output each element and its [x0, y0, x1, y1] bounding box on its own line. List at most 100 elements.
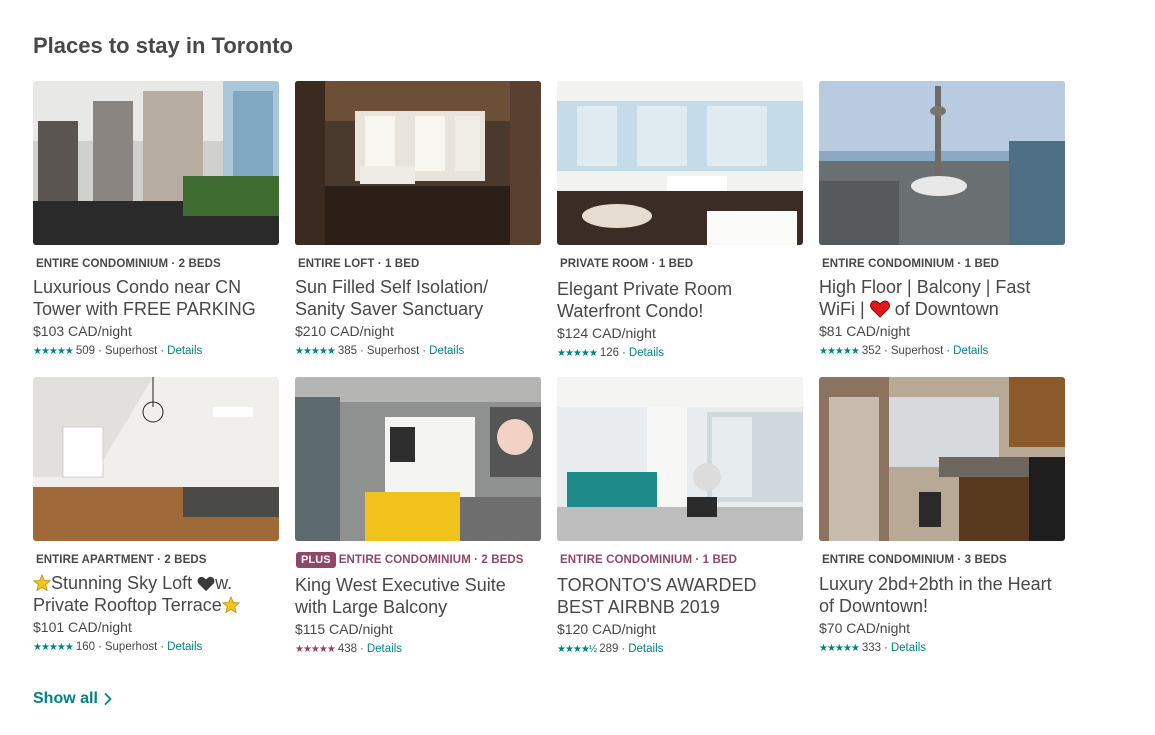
rating-count: 289 — [599, 643, 619, 655]
separator: · — [884, 642, 888, 654]
title-fragment: of Downtown — [894, 299, 999, 319]
rating-stars-icon: ★★★★★ — [295, 345, 336, 357]
details-link[interactable]: Details — [367, 643, 402, 655]
section-title: Places to stay in Toronto — [33, 33, 293, 58]
listing-price: $210 CAD/night — [295, 323, 394, 339]
listing-photo[interactable] — [557, 377, 803, 541]
listing-photo[interactable] — [295, 377, 541, 541]
listing-kind: PLUS ENTIRE CONDOMINIUM · 2 BEDS — [295, 552, 541, 568]
listing-title[interactable]: Elegant Private Room Waterfront Condo! — [557, 278, 803, 322]
listing-card[interactable]: ENTIRE APARTMENT · 2 BEDS Stunning Sky L… — [33, 377, 279, 653]
heart-icon — [869, 300, 890, 318]
listing-photo[interactable] — [819, 81, 1065, 245]
listing-meta: ★★★★★ 385 · Superhost · Details — [295, 345, 541, 357]
show-all-link[interactable]: Show all — [33, 690, 112, 708]
listing-price: $70 CAD/night — [819, 620, 911, 636]
details-link[interactable]: Details — [953, 345, 988, 357]
rating-count: 385 — [337, 345, 358, 357]
separator: · — [621, 643, 626, 655]
heart-icon — [197, 576, 215, 592]
listing-card[interactable]: PLUS ENTIRE CONDOMINIUM · 2 BEDS King We… — [295, 377, 541, 655]
rating-stars-icon: ★★★★★ — [33, 641, 74, 653]
title-line: Private Rooftop Terrace — [33, 594, 279, 616]
listing-kind: PRIVATE ROOM · 1 BED — [560, 258, 694, 270]
listing-card[interactable]: ENTIRE CONDOMINIUM · 2 BEDS Luxurious Co… — [33, 81, 279, 357]
listing-meta: ★★★★★ 509 · Superhost · Details — [33, 345, 279, 357]
superhost-label: Superhost — [366, 345, 420, 357]
separator: · — [622, 347, 626, 359]
listing-title[interactable]: High Floor | Balcony | Fast WiFi | of Do… — [819, 276, 1065, 320]
rating-stars-icon: ★★★★★ — [33, 345, 74, 357]
details-link[interactable]: Details — [891, 642, 926, 654]
listing-card[interactable]: ENTIRE CONDOMINIUM · 3 BEDS Luxury 2bd+2… — [819, 377, 1065, 654]
listing-price: $103 CAD/night — [33, 323, 132, 339]
separator: · — [884, 345, 888, 357]
title-fragment: w. — [215, 573, 233, 593]
rating-stars-icon: ★★★★★ — [295, 643, 336, 655]
listing-kind: ENTIRE APARTMENT · 2 BEDS — [36, 554, 207, 566]
listing-price: $120 CAD/night — [557, 621, 656, 637]
listing-photo[interactable] — [557, 81, 803, 245]
listing-photo[interactable] — [33, 377, 279, 541]
title-line: High Floor | Balcony | Fast — [819, 277, 1031, 297]
listing-photo[interactable] — [295, 81, 541, 245]
listing-card[interactable]: ENTIRE CONDOMINIUM · 1 BED High Floor | … — [819, 81, 1065, 357]
listing-title[interactable]: Sun Filled Self Isolation/ Sanity Saver … — [295, 276, 541, 320]
rating-stars-icon: ★★★★★ — [557, 347, 598, 359]
listing-photo[interactable] — [819, 377, 1065, 541]
rating-count: 438 — [337, 643, 358, 655]
separator: · — [946, 345, 951, 357]
listing-card[interactable]: ENTIRE CONDOMINIUM · 1 BED TORONTO'S AWA… — [557, 377, 803, 655]
listing-title[interactable]: Luxurious Condo near CN Tower with FREE … — [33, 276, 279, 320]
listing-meta: ★★★★★ 352 · Superhost · Details — [819, 345, 1065, 357]
listing-meta: ★★★★½ 289 · Details — [557, 643, 803, 655]
title-fragment: Private Rooftop Terrace — [33, 595, 222, 615]
listing-price: $115 CAD/night — [295, 621, 393, 637]
listing-title[interactable]: King West Executive Suite with Large Bal… — [295, 574, 541, 618]
title-line: WiFi | of Downtown — [819, 298, 1065, 320]
separator: · — [98, 641, 102, 653]
rating-count: 352 — [861, 345, 882, 357]
listing-kind-text: ENTIRE CONDOMINIUM · 2 BEDS — [338, 554, 524, 566]
star-icon — [33, 574, 51, 592]
listing-meta: ★★★★★ 160 · Superhost · Details — [33, 641, 279, 653]
details-link[interactable]: Details — [628, 643, 663, 655]
listing-title[interactable]: TORONTO'S AWARDED BEST AIRBNB 2019 — [557, 574, 803, 618]
chevron-right-icon — [104, 693, 112, 705]
rating-stars-icon: ★★★★½ — [557, 643, 597, 655]
listing-card[interactable]: PRIVATE ROOM · 1 BED Elegant Private Roo… — [557, 81, 803, 359]
listing-kind: ENTIRE CONDOMINIUM · 1 BED — [822, 258, 1000, 270]
listing-kind: ENTIRE CONDOMINIUM · 1 BED — [560, 554, 738, 566]
listing-title[interactable]: Luxury 2bd+2bth in the Heart of Downtown… — [819, 573, 1065, 617]
rating-count: 126 — [599, 347, 620, 359]
listing-meta: ★★★★★ 333 · Details — [819, 642, 1065, 654]
listing-price: $101 CAD/night — [33, 619, 132, 635]
title-fragment: WiFi | — [819, 299, 865, 319]
rating-stars-icon: ★★★★★ — [819, 345, 860, 357]
listing-meta: ★★★★★ 438 · Details — [295, 643, 541, 655]
listing-card[interactable]: ENTIRE LOFT · 1 BED Sun Filled Self Isol… — [295, 81, 541, 357]
separator: · — [98, 345, 102, 357]
title-fragment: Stunning Sky Loft — [51, 573, 193, 593]
show-all-label: Show all — [33, 690, 98, 707]
listing-kind: ENTIRE LOFT · 1 BED — [298, 258, 420, 270]
superhost-label: Superhost — [890, 345, 944, 357]
listing-photo[interactable] — [33, 81, 279, 245]
separator: · — [360, 345, 364, 357]
separator: · — [360, 643, 364, 655]
rating-stars-icon: ★★★★★ — [819, 642, 860, 654]
title-line: Stunning Sky Loft w. — [33, 572, 279, 594]
listing-price: $81 CAD/night — [819, 323, 911, 339]
separator: · — [422, 345, 427, 357]
rating-count: 333 — [861, 642, 882, 654]
listing-price: $124 CAD/night — [557, 325, 656, 341]
listing-title[interactable]: Stunning Sky Loft w. Private Rooftop Ter… — [33, 572, 279, 616]
separator: · — [160, 345, 165, 357]
details-link[interactable]: Details — [629, 347, 664, 359]
listing-kind: ENTIRE CONDOMINIUM · 2 BEDS — [36, 258, 221, 270]
details-link[interactable]: Details — [429, 345, 464, 357]
listing-kind: ENTIRE CONDOMINIUM · 3 BEDS — [822, 554, 1007, 566]
details-link[interactable]: Details — [167, 345, 202, 357]
details-link[interactable]: Details — [167, 641, 202, 653]
plus-badge: PLUS — [296, 552, 336, 568]
